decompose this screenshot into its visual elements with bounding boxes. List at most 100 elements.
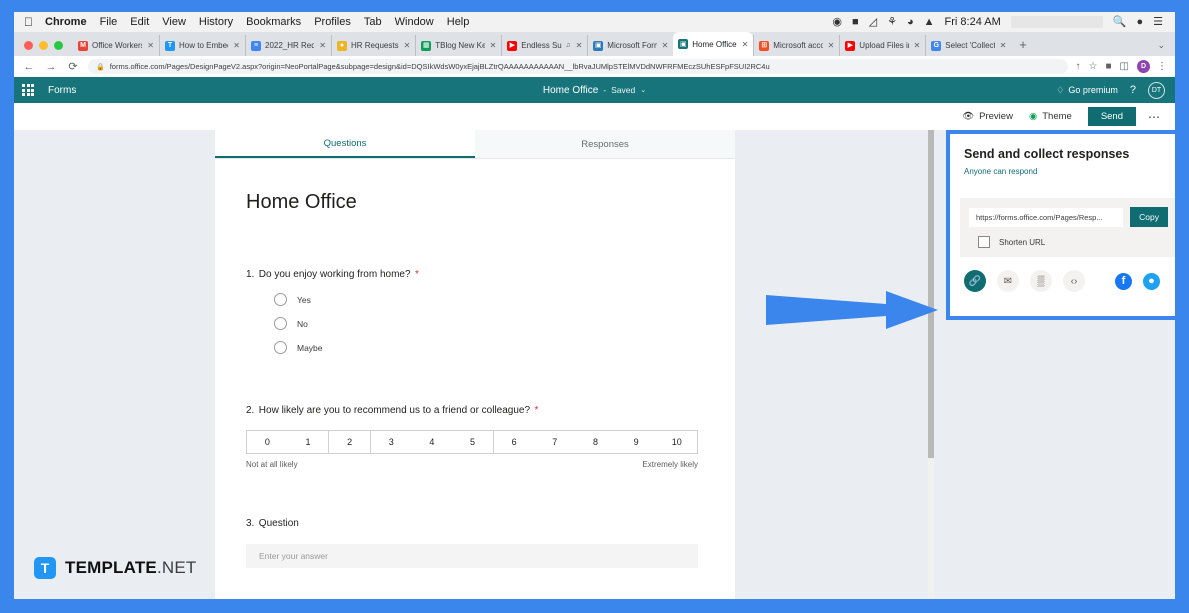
reload-icon[interactable]: ⟳ (66, 60, 80, 73)
close-window-button[interactable] (24, 41, 33, 50)
scale-value-0[interactable]: 0 (247, 431, 288, 453)
browser-tab[interactable]: G Select 'Collect R ✕ (925, 35, 1011, 56)
siri-icon[interactable]: ● (1136, 17, 1143, 28)
radio-icon[interactable] (274, 341, 287, 354)
close-tab-icon[interactable]: ✕ (319, 41, 326, 50)
preview-button[interactable]: 👁 Preview (962, 111, 1013, 122)
scale-value-10[interactable]: 10 (656, 431, 697, 453)
close-tab-icon[interactable]: ✕ (662, 41, 669, 50)
close-tab-icon[interactable]: ✕ (828, 41, 835, 50)
star-icon[interactable]: ☆ (1089, 61, 1098, 72)
screen-share-icon[interactable]: ◉ (832, 17, 842, 28)
form-title[interactable]: Home Office (246, 191, 735, 214)
wifi-icon[interactable]: ◕ (907, 17, 914, 28)
back-icon[interactable]: ← (22, 61, 36, 73)
qr-code-icon[interactable]: ▒ (1030, 270, 1052, 292)
search-icon[interactable]: 🔍 (1113, 17, 1127, 28)
menu-edit[interactable]: Edit (130, 16, 149, 28)
menu-bar-clock[interactable]: Fri 8:24 AM (945, 16, 1001, 28)
sidebar-icon[interactable]: ◫ (1120, 61, 1129, 72)
forward-icon[interactable]: → (44, 61, 58, 73)
browser-menu-icon[interactable]: ⋮ (1157, 61, 1167, 72)
browser-tab[interactable]: ▣ Microsoft Forms ✕ (587, 35, 673, 56)
copy-button[interactable]: Copy (1130, 207, 1168, 227)
question-2-text[interactable]: How likely are you to recommend us to a … (259, 405, 530, 416)
browser-tab[interactable]: ≡ 2022_HR Reque ✕ (245, 35, 331, 56)
document-title[interactable]: Home Office (543, 85, 598, 96)
menu-profiles[interactable]: Profiles (314, 16, 351, 28)
link-share-icon[interactable]: 🔗 (964, 270, 986, 292)
scale-value-5[interactable]: 5 (452, 431, 493, 453)
eject-icon[interactable]: ▲ (924, 17, 935, 28)
close-tab-icon[interactable]: ✕ (404, 41, 411, 50)
minimize-window-button[interactable] (39, 41, 48, 50)
tab-search-chevron-icon[interactable]: ⌄ (1151, 40, 1175, 56)
scale-value-2[interactable]: 2 (328, 431, 370, 453)
scale-value-3[interactable]: 3 (370, 431, 412, 453)
share-icon[interactable]: ↑ (1076, 61, 1081, 72)
close-tab-icon[interactable]: ✕ (914, 41, 921, 50)
choice-option[interactable]: Yes (264, 293, 735, 306)
scale-value-1[interactable]: 1 (288, 431, 329, 453)
twitter-icon[interactable]: ● (1143, 273, 1160, 290)
browser-tab-active[interactable]: ▣ Home Office ✕ (673, 32, 753, 56)
audience-link[interactable]: Anyone can respond (964, 167, 1175, 176)
audio-playing-icon[interactable]: ♫ (565, 42, 570, 49)
menu-file[interactable]: File (100, 16, 118, 28)
close-tab-icon[interactable]: ✕ (233, 41, 240, 50)
answer-input[interactable]: Enter your answer (246, 544, 698, 568)
scale-value-6[interactable]: 6 (493, 431, 535, 453)
choice-option[interactable]: No (264, 317, 735, 330)
chevron-down-icon[interactable]: ⌄ (640, 86, 646, 94)
browser-tab[interactable]: ⊞ Microsoft accou ✕ (753, 35, 839, 56)
new-tab-button[interactable]: + (1011, 37, 1035, 56)
bluetooth-icon[interactable]: ⚘ (887, 17, 897, 28)
browser-tab[interactable]: T How to Embed N ✕ (159, 35, 245, 56)
question-1-text[interactable]: Do you enjoy working from home? (259, 269, 411, 280)
apple-logo-icon[interactable]:  (24, 16, 33, 28)
close-tab-icon[interactable]: ✕ (742, 40, 749, 49)
radio-icon[interactable] (274, 293, 287, 306)
tab-responses[interactable]: Responses (475, 130, 735, 158)
tab-questions[interactable]: Questions (215, 130, 475, 158)
browser-tab[interactable]: ▦ TBlog New Keyw ✕ (415, 35, 501, 56)
close-tab-icon[interactable]: ✕ (147, 41, 154, 50)
radio-icon[interactable] (274, 317, 287, 330)
extensions-icon[interactable]: ■ (1106, 61, 1112, 72)
scale-value-4[interactable]: 4 (412, 431, 453, 453)
battery-icon[interactable]: ■ (852, 17, 859, 28)
share-link-input[interactable]: https://forms.office.com/Pages/Resp... (969, 208, 1123, 227)
more-options-icon[interactable]: ⋯ (1148, 110, 1161, 124)
menu-tab[interactable]: Tab (364, 16, 382, 28)
menu-help[interactable]: Help (447, 16, 470, 28)
profile-avatar[interactable]: D (1137, 60, 1150, 73)
shorten-url-checkbox[interactable] (978, 236, 990, 248)
theme-button[interactable]: ◉ Theme (1029, 111, 1072, 122)
control-center-icon[interactable]: ☰ (1153, 17, 1163, 28)
embed-code-icon[interactable]: ‹› (1063, 270, 1085, 292)
scale-value-9[interactable]: 9 (616, 431, 657, 453)
send-button[interactable]: Send (1088, 107, 1136, 126)
menu-history[interactable]: History (199, 16, 233, 28)
browser-tab[interactable]: ▶ Endless Sun ♫ ✕ (501, 35, 587, 56)
scale-value-8[interactable]: 8 (575, 431, 616, 453)
menu-chrome[interactable]: Chrome (45, 16, 87, 28)
shorten-url-row[interactable]: Shorten URL (969, 236, 1168, 248)
facebook-icon[interactable]: f (1115, 273, 1132, 290)
menu-bookmarks[interactable]: Bookmarks (246, 16, 301, 28)
question-3-text[interactable]: Question (259, 518, 299, 529)
browser-tab[interactable]: ▶ Upload Files in N ✕ (839, 35, 925, 56)
browser-tab[interactable]: M Office Workers ✕ (73, 35, 159, 56)
close-tab-icon[interactable]: ✕ (1000, 41, 1007, 50)
menu-window[interactable]: Window (395, 16, 434, 28)
menu-view[interactable]: View (162, 16, 186, 28)
address-bar[interactable]: 🔒 forms.office.com/Pages/DesignPageV2.as… (88, 59, 1068, 74)
maximize-window-button[interactable] (54, 41, 63, 50)
airplay-icon[interactable]: ◿ (869, 17, 877, 28)
scale-value-7[interactable]: 7 (534, 431, 575, 453)
close-tab-icon[interactable]: ✕ (576, 41, 583, 50)
choice-option[interactable]: Maybe (264, 341, 735, 354)
close-tab-icon[interactable]: ✕ (490, 41, 497, 50)
email-share-icon[interactable]: ✉ (997, 270, 1019, 292)
browser-tab[interactable]: ● HR Requests ✕ (331, 35, 415, 56)
